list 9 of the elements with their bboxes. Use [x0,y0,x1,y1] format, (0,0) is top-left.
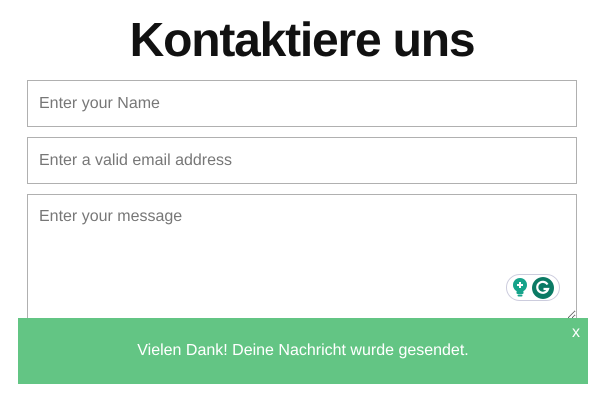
close-button[interactable]: x [572,324,580,342]
lightbulb-icon [512,278,528,297]
toast-message: Vielen Dank! Deine Nachricht wurde gesendet. [137,341,469,361]
grammar-logo-icon [532,276,554,298]
page-title: Kontaktiere uns [130,13,474,69]
message-field[interactable]: Enter your message [27,194,577,320]
text-field[interactable]: Enter a valid email address [27,137,577,184]
text-field[interactable]: Enter your Name [27,80,577,127]
writing-assistant-widget[interactable] [506,274,560,301]
